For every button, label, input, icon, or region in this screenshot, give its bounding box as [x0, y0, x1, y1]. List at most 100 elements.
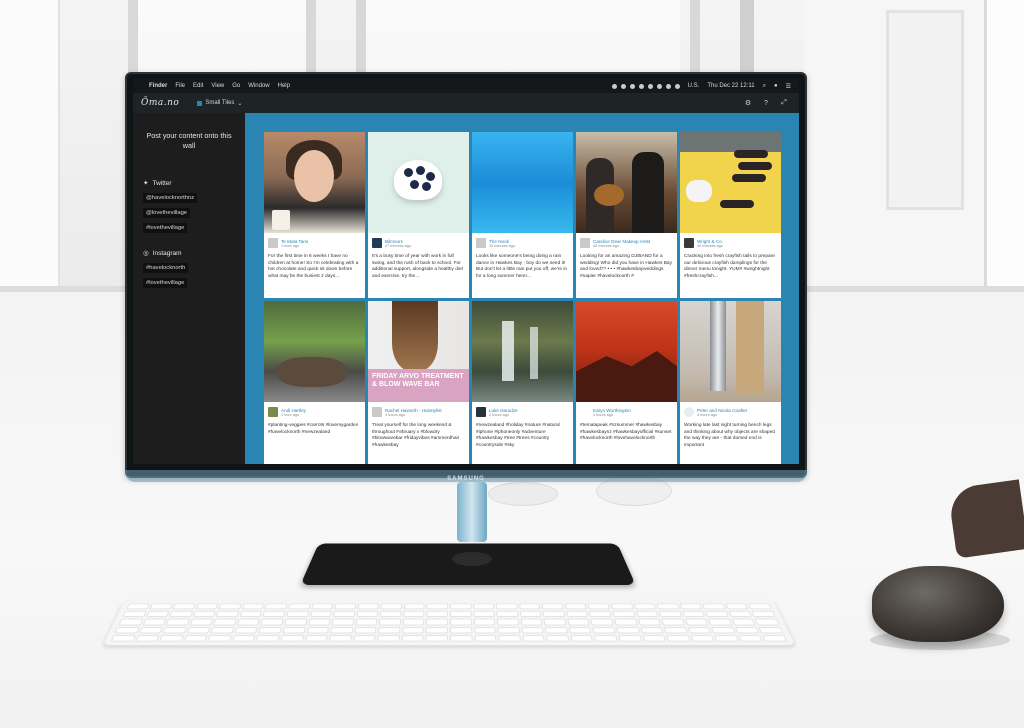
keyboard-key [687, 626, 712, 634]
wifi-icon[interactable] [656, 83, 662, 89]
post-photo [680, 301, 781, 402]
battery-icon[interactable] [674, 83, 680, 89]
post-card[interactable]: Wright & Co. 40 minutes ago Cracking int… [680, 132, 781, 298]
twitter-tag[interactable]: @havelocknorthnz [143, 193, 198, 203]
theme-dropdown[interactable]: Small Tiles ⌄ [193, 98, 246, 109]
keyboard-key [543, 618, 567, 626]
twitter-tag[interactable]: #lovethevillage [143, 223, 188, 233]
keyboard-key [546, 635, 570, 642]
keyboard-key [565, 611, 589, 618]
instagram-tag[interactable]: #lovethevillage [143, 278, 188, 288]
keyboard-key [241, 603, 265, 610]
keyboard-key [587, 603, 611, 610]
keyboard-key [125, 603, 150, 610]
status-icon[interactable] [647, 83, 653, 89]
input-locale[interactable]: U.S. [688, 83, 700, 89]
avatar [268, 407, 278, 417]
post-card[interactable]: Candice Dear Makeup Artist 40 minutes ag… [576, 132, 677, 298]
user-icon[interactable]: ● [774, 83, 778, 89]
spotlight-icon[interactable]: ⌕ [763, 83, 766, 90]
keyboard-key [304, 635, 328, 642]
post-text: #tematapeak #nzsummer #hawkesbay #hawkes… [580, 423, 672, 442]
keyboard-key [702, 603, 726, 610]
menu-edit[interactable]: Edit [193, 83, 203, 89]
post-card[interactable]: Andi Hartley 1 hour ago #planting-veggie… [264, 301, 365, 464]
notification-center-icon[interactable]: ☰ [786, 83, 791, 90]
post-card[interactable]: FRIDAY ARVO TREATMENT & BLOW WAVE BAR Ra… [368, 301, 469, 464]
instagram-tag[interactable]: #havelocknorth [143, 263, 189, 273]
menubar-clock[interactable]: Thu Dec 22 12:11 [707, 83, 754, 89]
post-time: 15 minutes ago [489, 243, 515, 248]
keyboard-key [159, 635, 184, 642]
post-card[interactable]: The Nook 15 minutes ago Looks like someo… [472, 132, 573, 298]
keyboard-key [684, 618, 709, 626]
volume-icon[interactable] [665, 83, 671, 89]
keyboard-key [110, 635, 136, 642]
status-icon[interactable] [638, 83, 644, 89]
keyboard-key [570, 635, 594, 642]
keyboard-key [162, 626, 187, 634]
keyboard-key [280, 635, 304, 642]
menu-app-name[interactable]: Finder [149, 83, 167, 89]
gear-icon[interactable]: ⚙ [741, 99, 755, 107]
status-icon[interactable] [629, 83, 635, 89]
left-wall-panel [0, 0, 60, 290]
status-icon[interactable] [611, 83, 617, 89]
twitter-label: Twitter [152, 179, 172, 187]
fullscreen-icon[interactable]: ⤢ [777, 99, 791, 107]
help-icon[interactable]: ? [759, 100, 773, 107]
keyboard-key [142, 618, 167, 626]
keyboard-key [353, 635, 376, 642]
keyboard-key [207, 635, 232, 642]
menu-go[interactable]: Go [232, 83, 240, 89]
keyboard-key [755, 618, 780, 626]
menu-view[interactable]: View [211, 83, 224, 89]
keyboard-key [612, 611, 636, 618]
status-icon[interactable] [620, 83, 626, 89]
twitter-tag[interactable]: @lovethevillage [143, 208, 191, 218]
keyboard-key [258, 626, 282, 634]
avatar [268, 238, 278, 248]
screen: Finder File Edit View Go Window Help U.S… [133, 79, 799, 464]
keyboard [102, 600, 796, 646]
keyboard-key [610, 603, 634, 610]
keyboard-key [449, 618, 472, 626]
chevron-down-icon: ⌄ [237, 100, 243, 107]
post-text: Working late last night turning bench le… [684, 423, 775, 448]
keyboard-key [287, 603, 311, 610]
status-icons [611, 83, 680, 89]
menu-window[interactable]: Window [248, 83, 269, 89]
avatar [684, 407, 694, 417]
post-card[interactable]: Bilmours 47 minutes ago It's a busy time… [368, 132, 469, 298]
keyboard-key [731, 618, 756, 626]
instagram-label: Instagram [152, 249, 182, 257]
post-card[interactable]: Karyn Worthington 4 hours ago #tematapea… [576, 301, 677, 464]
menu-help[interactable]: Help [278, 83, 290, 89]
keyboard-key [495, 603, 518, 610]
app-header: Ōma.no Small Tiles ⌄ ⚙ ? ⤢ [133, 93, 799, 113]
keyboard-key [328, 635, 352, 642]
keyboard-key [231, 635, 256, 642]
avatar [580, 238, 590, 248]
keyboard-key [286, 611, 309, 618]
keyboard-key [426, 603, 449, 610]
menu-file[interactable]: File [175, 83, 185, 89]
keyboard-key [522, 635, 545, 642]
post-card[interactable]: Luke Daradze 2 hours ago #newzealand #ho… [472, 301, 573, 464]
post-time: 4 hours ago [593, 412, 614, 417]
app-logo[interactable]: Ōma.no [141, 98, 179, 108]
keyboard-key [711, 626, 736, 634]
keyboard-key [213, 618, 237, 626]
keyboard-key [637, 618, 662, 626]
keyboard-key [639, 626, 664, 634]
keyboard-key [658, 611, 683, 618]
monitor-neck [457, 482, 487, 542]
keyboard-key [589, 611, 612, 618]
post-time: 4 hours ago [697, 412, 718, 417]
keyboard-key [635, 611, 659, 618]
keyboard-key [496, 611, 519, 618]
keyboard-key [380, 603, 403, 610]
post-card[interactable]: Te Mata Tans 1 hour ago For the first ti… [264, 132, 365, 298]
keyboard-key [403, 603, 426, 610]
post-card[interactable]: Peter and Nicola Coafter 4 hours ago Wor… [680, 301, 781, 464]
